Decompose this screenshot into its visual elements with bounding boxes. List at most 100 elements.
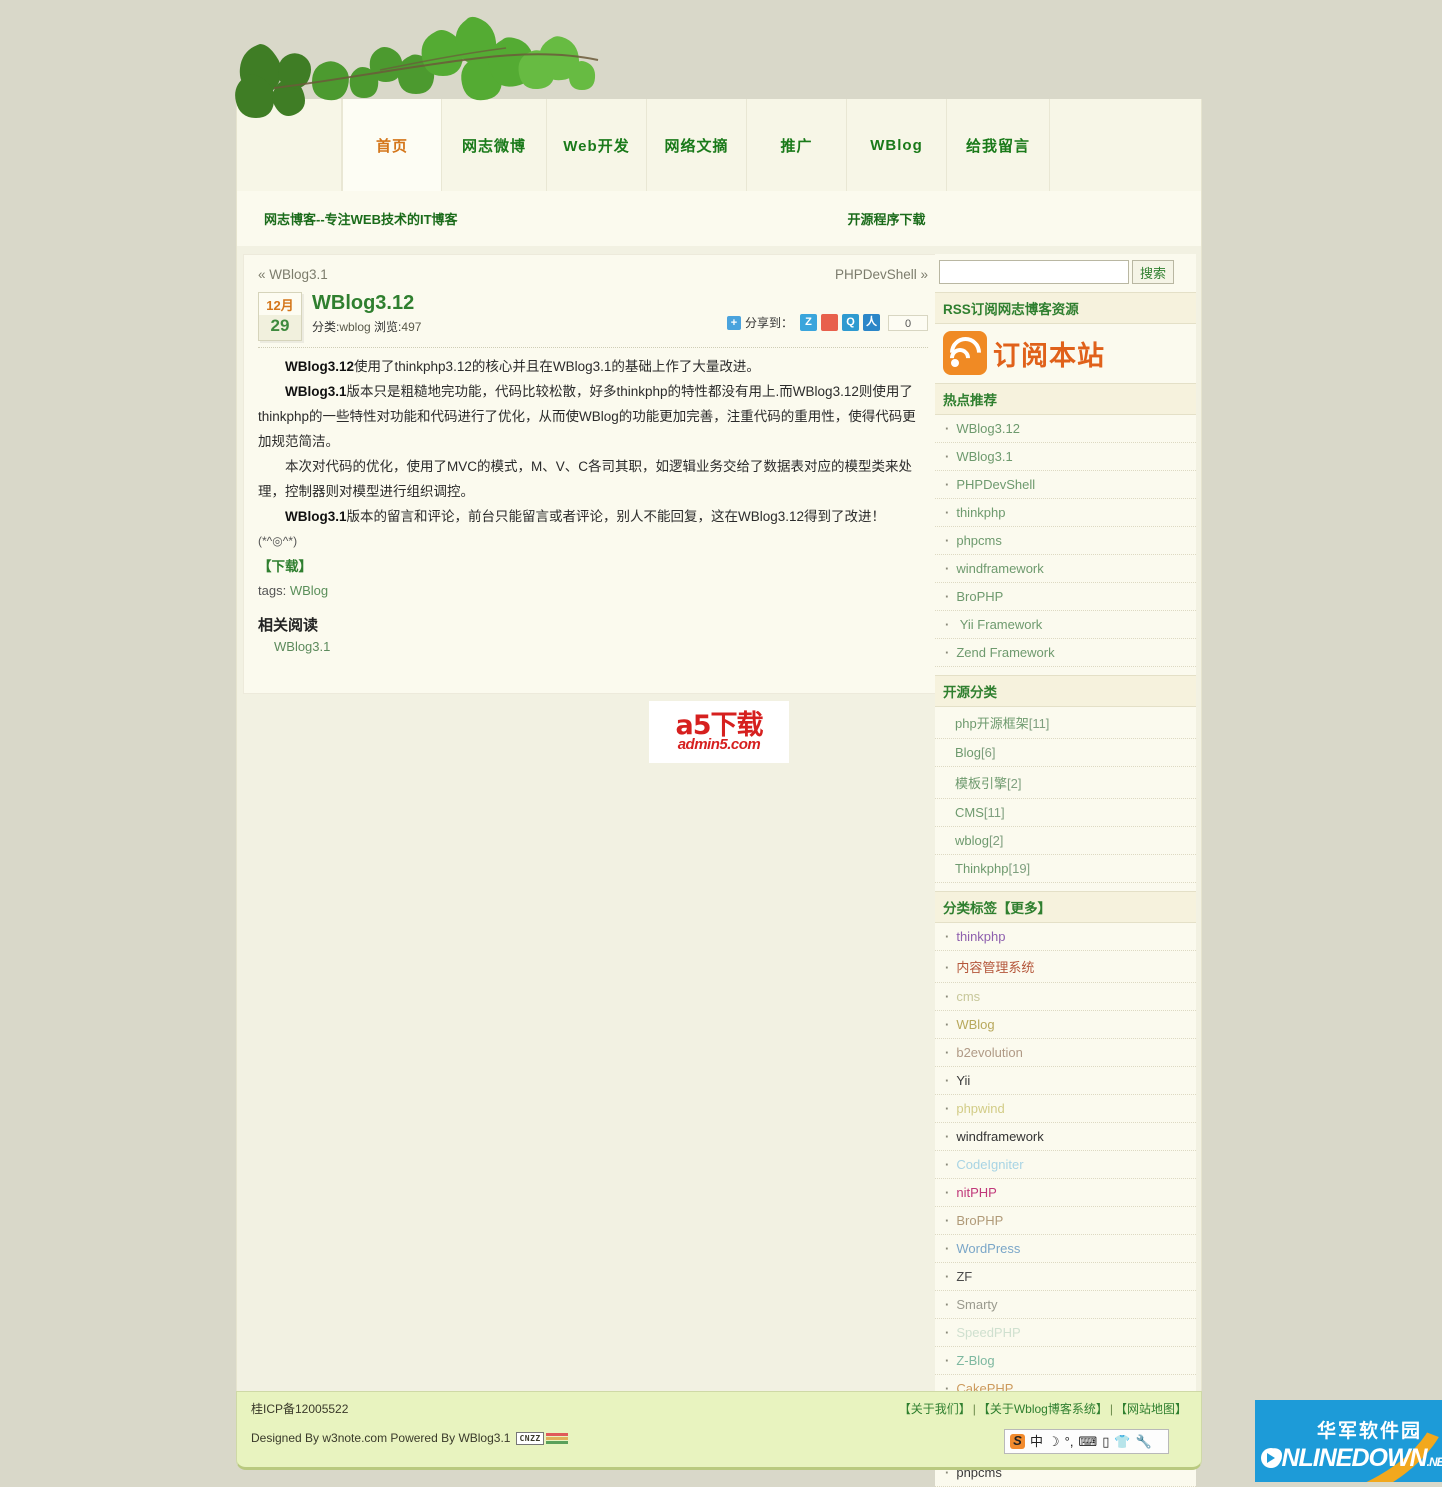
search-input[interactable] <box>939 260 1129 284</box>
nav-item-home[interactable]: 首页 <box>342 99 442 191</box>
tag-link-3[interactable]: WBlog <box>956 1017 994 1032</box>
tag-link-6[interactable]: phpwind <box>956 1101 1004 1116</box>
rss-subscribe-link[interactable]: 订阅本站 <box>935 324 1196 383</box>
ime-skin-icon[interactable]: 👕 <box>1114 1435 1130 1448</box>
search-button[interactable]: 搜索 <box>1132 260 1174 284</box>
share-label: 分享到： <box>744 316 793 330</box>
tag-link-15[interactable]: Z-Blog <box>956 1353 994 1368</box>
sogou-ime-toolbar[interactable]: S 中 ☽ °, ⌨ ▯ 👕 🔧 <box>1004 1429 1169 1454</box>
list-item: Yii Framework <box>935 611 1196 639</box>
hot-item-link-6[interactable]: BroPHP <box>956 589 1003 604</box>
main-navigation: 首页 网志微博 Web开发 网络文摘 推广 WBlog 给我留言 <box>236 99 1202 191</box>
ime-settings-icon[interactable]: 🔧 <box>1136 1435 1152 1448</box>
nav-item-wblog[interactable]: WBlog <box>847 99 947 191</box>
nav-item-guestbook[interactable]: 给我留言 <box>947 99 1050 191</box>
post-paragraph-3: 本次对代码的优化，使用了MVC的模式，M、V、C各司其职，如逻辑业务交给了数据表… <box>258 459 912 499</box>
cnzz-bars-icon <box>545 1432 568 1444</box>
nav-item-webdev[interactable]: Web开发 <box>547 99 647 191</box>
tag-link-9[interactable]: nitPHP <box>956 1185 996 1200</box>
tag-link-10[interactable]: BroPHP <box>956 1213 1003 1228</box>
tags-label: tags: <box>258 583 287 598</box>
post-date-badge: 12月 29 <box>258 292 302 341</box>
tag-link-13[interactable]: Smarty <box>956 1297 997 1312</box>
post-body: WBlog3.12使用了thinkphp3.12的核心并且在WBlog3.1的基… <box>244 348 942 579</box>
site-tagline-bar: 网志博客--专注WEB技术的IT博客 开源程序下载 <box>236 191 1202 246</box>
tag-link-0[interactable]: thinkphp <box>956 929 1005 944</box>
ime-moon-icon[interactable]: ☽ <box>1048 1435 1060 1448</box>
watermark-inner: a5下载 admin5.com <box>675 712 763 753</box>
hot-item-link-7[interactable]: Yii Framework <box>956 617 1043 632</box>
ime-chinese-mode-icon[interactable]: 中 <box>1030 1435 1043 1448</box>
category-link-1[interactable]: Blog <box>955 745 981 760</box>
sogou-logo-icon[interactable]: S <box>1010 1434 1025 1449</box>
list-item: Zend Framework <box>935 639 1196 667</box>
zhihu-share-icon[interactable]: Z <box>800 314 817 331</box>
tag-link-2[interactable]: cms <box>956 989 980 1004</box>
category-count-4: [2] <box>988 833 1004 848</box>
ime-keyboard-icon[interactable]: ⌨ <box>1078 1435 1097 1448</box>
hot-item-link-4[interactable]: phpcms <box>956 533 1002 548</box>
category-link-2[interactable]: 模板引擎 <box>955 776 1007 791</box>
tag-link-14[interactable]: SpeedPHP <box>956 1325 1020 1340</box>
list-item: Blog[6] <box>935 739 1196 767</box>
prev-post-link[interactable]: « WBlog3.1 <box>258 267 328 282</box>
footer-links: 【关于我们】 | 【关于Wblog博客系统】 | 【网站地图】 <box>899 1400 1187 1417</box>
nav-item-promotion[interactable]: 推广 <box>747 99 847 191</box>
category-link-3[interactable]: CMS <box>955 805 984 820</box>
list-item: WBlog3.12 <box>935 415 1196 443</box>
hot-item-link-3[interactable]: thinkphp <box>956 505 1005 520</box>
list-item: SpeedPHP <box>935 1319 1196 1347</box>
download-link[interactable]: 【下载】 <box>258 559 312 574</box>
corner-logo-en-main: ONLINEDOWN <box>1263 1444 1428 1472</box>
watermark-bottom-text: admin5.com <box>677 736 761 753</box>
people-share-icon[interactable]: 人 <box>863 314 880 331</box>
post-p4-rest: 版本的留言和评论，前台只能留言或者评论，别人不能回复，这在WBlog3.12得到… <box>346 509 886 524</box>
list-item: WordPress <box>935 1235 1196 1263</box>
opensource-download-link[interactable]: 开源程序下载 <box>848 209 926 228</box>
list-item: nitPHP <box>935 1179 1196 1207</box>
search-form: 搜索 <box>935 254 1196 292</box>
list-item: WBlog <box>935 1011 1196 1039</box>
post-views-label: 浏览: <box>374 320 402 334</box>
qzone-share-icon[interactable]: Q <box>842 314 859 331</box>
tag-link-11[interactable]: WordPress <box>956 1241 1020 1256</box>
ime-toolbox-icon[interactable]: ▯ <box>1102 1435 1109 1448</box>
post-p2-rest: 版本只是粗糙地完功能，代码比较松散，好多thinkphp的特性都没有用上.而WB… <box>258 384 916 449</box>
footer-link-sitemap[interactable]: 【网站地图】 <box>1115 1402 1187 1416</box>
list-item: 模板引擎[2] <box>935 767 1196 799</box>
footer-link-about[interactable]: 【关于我们】 <box>899 1402 971 1416</box>
tag-link-4[interactable]: b2evolution <box>956 1045 1023 1060</box>
tag-link-5[interactable]: Yii <box>956 1073 970 1088</box>
hot-item-link-8[interactable]: Zend Framework <box>956 645 1054 660</box>
list-item: CodeIgniter <box>935 1151 1196 1179</box>
renren-share-icon[interactable] <box>821 314 838 331</box>
ime-punctuation-icon[interactable]: °, <box>1065 1435 1074 1448</box>
tag-link-wblog[interactable]: WBlog <box>290 583 328 598</box>
tag-link-8[interactable]: CodeIgniter <box>956 1157 1023 1172</box>
tag-link-7[interactable]: windframework <box>956 1129 1043 1144</box>
category-link-4[interactable]: wblog <box>955 833 989 848</box>
list-item: wblog[2] <box>935 827 1196 855</box>
tag-link-12[interactable]: ZF <box>956 1269 972 1284</box>
nav-item-weibo[interactable]: 网志微博 <box>442 99 547 191</box>
share-plus-icon[interactable]: + <box>726 315 741 330</box>
hot-item-link-0[interactable]: WBlog3.12 <box>956 421 1020 436</box>
related-link-0[interactable]: WBlog3.1 <box>274 639 330 654</box>
related-reading-title: 相关阅读 <box>258 617 319 634</box>
tag-link-1[interactable]: 内容管理系统 <box>956 960 1034 975</box>
hot-item-link-5[interactable]: windframework <box>956 561 1043 576</box>
cnzz-badge[interactable]: CNZZ <box>516 1431 568 1445</box>
a5download-watermark: a5下载 admin5.com <box>649 701 789 763</box>
category-link-0[interactable]: php开源框架 <box>955 716 1029 731</box>
footer-link-about-wblog[interactable]: 【关于Wblog博客系统】 <box>978 1402 1108 1416</box>
hot-item-link-2[interactable]: PHPDevShell <box>956 477 1035 492</box>
category-link-5[interactable]: Thinkphp <box>955 861 1008 876</box>
list-item: cms <box>935 983 1196 1011</box>
post-title[interactable]: WBlog3.12 <box>312 292 421 315</box>
nav-item-articles[interactable]: 网络文摘 <box>647 99 747 191</box>
next-post-link[interactable]: PHPDevShell » <box>835 267 928 282</box>
post-category-label: 分类: <box>312 320 340 334</box>
tag-section-title: 分类标签【更多】 <box>935 891 1196 923</box>
hot-item-link-1[interactable]: WBlog3.1 <box>956 449 1012 464</box>
